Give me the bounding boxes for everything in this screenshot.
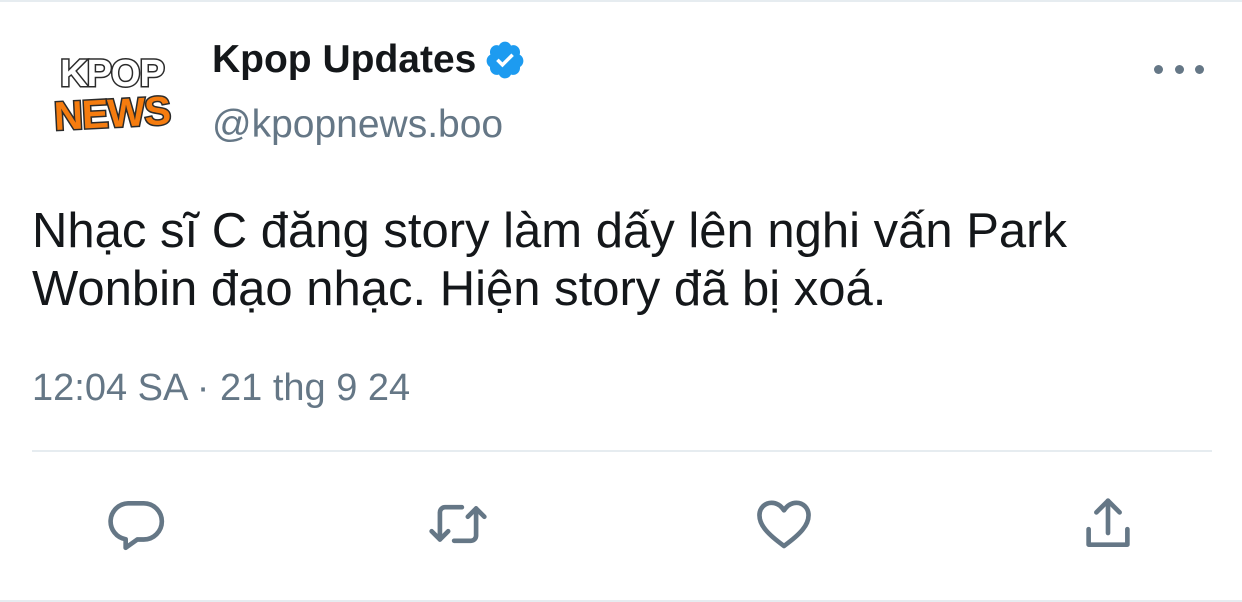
heart-icon (757, 500, 811, 549)
user-handle[interactable]: @kpopnews.boo (212, 103, 503, 147)
top-border (0, 0, 1242, 2)
tweet-timestamp[interactable]: 12:04 SA · 21 thg 9 24 (32, 367, 410, 410)
avatar-line1: KPOP (60, 53, 164, 95)
reply-button[interactable] (104, 492, 168, 556)
like-button[interactable] (752, 492, 816, 556)
avatar-line2: NEWS (53, 89, 171, 139)
kpop-news-logo: KPOP NEWS (51, 52, 172, 141)
share-button[interactable] (1076, 492, 1140, 556)
more-dot (1174, 64, 1184, 74)
share-icon (1086, 498, 1130, 547)
display-name-text: Kpop Updates (212, 38, 477, 81)
display-name[interactable]: Kpop Updates (212, 38, 526, 82)
reply-icon (108, 501, 165, 551)
tweet-text: Nhạc sĩ C đăng story làm dấy lên nghi vấ… (32, 204, 1067, 316)
retweet-icon (429, 504, 487, 544)
avatar[interactable]: KPOP NEWS (42, 34, 182, 154)
verified-badge-icon (486, 41, 524, 79)
more-dot (1195, 64, 1204, 74)
divider (32, 450, 1212, 452)
retweet-button[interactable] (426, 492, 490, 556)
more-dot (1154, 64, 1163, 74)
more-options-icon[interactable] (1154, 56, 1204, 82)
